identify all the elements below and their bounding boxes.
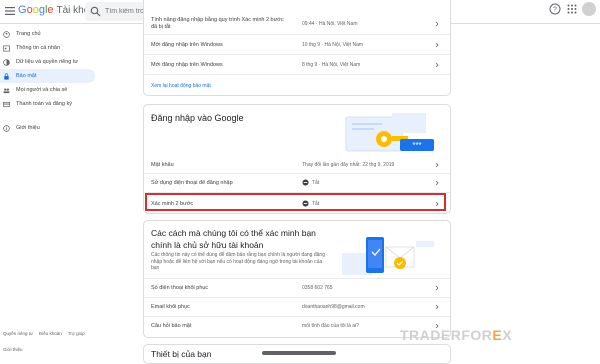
row-value: 0358 602 765: [302, 285, 333, 291]
highlight-box: [145, 193, 446, 211]
footer-link-terms[interactable]: Điều khoản: [39, 331, 62, 336]
chevron-right-icon: [435, 42, 439, 48]
avatar[interactable]: [582, 2, 596, 16]
footer-about-link[interactable]: Giới thiệu: [3, 347, 22, 352]
phone-signin-row[interactable]: Sử dụng điện thoại để đăng nhập Tắt: [144, 175, 450, 191]
sidebar-item-about[interactable]: Giới thiệu: [0, 121, 95, 135]
chevron-right-icon: [435, 285, 439, 291]
card-title: Đăng nhập vào Google: [151, 113, 244, 123]
lock-icon: [4, 72, 9, 80]
svg-text:?: ?: [553, 7, 557, 14]
person-icon: [3, 45, 10, 51]
sidebar-item-label: Giới thiệu: [16, 125, 40, 131]
password-illustration: ***: [345, 113, 434, 152]
watermark-text: FOR: [461, 327, 493, 343]
sidebar-item-privacy[interactable]: Dữ liệu và quyền riêng tư: [0, 55, 95, 69]
watermark-text: X: [502, 327, 513, 343]
verification-methods-card: Các cách mà chúng tôi có thể xác minh bạ…: [143, 220, 451, 338]
chevron-right-icon: [435, 62, 439, 68]
row-label: Email khôi phục: [151, 304, 190, 310]
sidebar-item-label: Dữ liệu và quyền riêng tư: [16, 59, 79, 65]
divider: [144, 34, 450, 35]
footer-links: Quyền riêng tư Điều khoản Trợ giúp: [3, 331, 85, 336]
password-row[interactable]: Mật khẩu Thay đổi lần gần đây nhất: 22 t…: [144, 157, 450, 173]
divider: [144, 54, 450, 55]
row-value: Tắt: [312, 180, 320, 186]
sidebar-item-personal-info[interactable]: Thông tin cá nhân: [0, 41, 95, 55]
sidebar-item-label: Bảo mật: [16, 73, 37, 79]
card-title: Thiết bị của bạn: [151, 349, 212, 359]
row-value: mối tình đầu của tôi là ai?: [302, 323, 359, 329]
sidebar-item-label: Trang chủ: [16, 31, 41, 37]
off-status-icon: [302, 179, 309, 186]
activity-row[interactable]: Mới đăng nhập trên Windows 10 thg 9 · Hà…: [144, 37, 450, 53]
divider: [144, 173, 450, 174]
card-description: Các thông tin này có thể dùng để đảm bảo…: [151, 252, 325, 271]
activity-value: 09:44 · Hà Nội, Việt Nam: [302, 21, 358, 27]
chevron-right-icon: [435, 304, 439, 310]
sidebar-nav: Trang chủ Thông tin cá nhân Dữ liệu và q…: [0, 24, 97, 357]
activity-label: Mới đăng nhập trên Windows: [151, 62, 223, 68]
footer-link-help[interactable]: Trợ giúp: [68, 331, 85, 336]
activity-value: 10 thg 9 · Hà Nội, Việt Nam: [302, 42, 364, 48]
people-icon: [3, 87, 10, 93]
card-title-line: Các cách mà chúng tôi có thể xác minh bạ…: [151, 228, 316, 238]
chevron-right-icon: [435, 162, 439, 168]
chevron-right-icon: [435, 21, 439, 27]
row-value: doanthaoanh98@gmail.com: [302, 304, 365, 310]
row-label: Sử dụng điện thoại để đăng nhập: [151, 180, 233, 186]
search-icon: [90, 6, 101, 17]
activity-row[interactable]: Mới đăng nhập trên Windows 8 thg 9 · Hà …: [144, 57, 450, 73]
logo-letter: e: [47, 4, 54, 16]
privacy-icon: [3, 58, 10, 66]
svg-text:***: ***: [412, 141, 421, 150]
phone-email-illustration: [342, 237, 434, 275]
apps-grid-icon[interactable]: [567, 4, 577, 14]
sidebar-item-label: Thông tin cá nhân: [16, 45, 61, 51]
sidebar-item-label: Thanh toán và đăng ký: [16, 101, 72, 107]
row-value: Thay đổi lần gần đây nhất: 22 thg 9, 201…: [302, 162, 395, 168]
recovery-phone-row[interactable]: Số điện thoại khôi phục 0358 602 765: [144, 279, 450, 297]
security-activity-card: Tính năng đăng nhập bằng quy trình Xác m…: [143, 0, 451, 96]
scroll-indicator: [262, 351, 336, 355]
card-icon: [3, 101, 10, 107]
activity-label: Mới đăng nhập trên Windows: [151, 42, 223, 48]
recovery-email-row[interactable]: Email khôi phục doanthaoanh98@gmail.com: [144, 298, 450, 316]
watermark-text: TRADER: [400, 327, 462, 343]
row-label: Số điện thoại khôi phục: [151, 285, 209, 291]
logo-letter: G: [18, 4, 27, 16]
sidebar-item-payments[interactable]: Thanh toán và đăng ký: [0, 97, 95, 111]
sidebar-item-security[interactable]: Bảo mật: [0, 69, 95, 83]
activity-row[interactable]: Tính năng đăng nhập bằng quy trình Xác m…: [144, 15, 450, 33]
watermark-text: E: [492, 327, 503, 343]
row-label: Câu hỏi bảo mật: [151, 323, 192, 329]
help-icon[interactable]: ?: [549, 3, 561, 15]
review-activity-link[interactable]: Xem lại hoạt động bảo mật: [151, 83, 211, 89]
activity-label: Tính năng đăng nhập bằng quy trình Xác m…: [151, 17, 284, 30]
footer-link-privacy[interactable]: Quyền riêng tư: [3, 331, 33, 336]
divider: [144, 74, 450, 75]
sidebar-item-label: Mọi người và chia sẻ: [16, 87, 68, 93]
home-icon: [3, 30, 10, 38]
card-title-line: chính là chủ sở hữu tài khoản: [151, 240, 264, 250]
sidebar-item-people[interactable]: Mọi người và chia sẻ: [0, 83, 95, 97]
info-icon: [3, 124, 10, 132]
sidebar-item-home[interactable]: Trang chủ: [0, 27, 95, 41]
activity-value: 8 thg 9 · Hà Nội, Việt Nam: [302, 62, 361, 68]
chevron-right-icon: [435, 180, 439, 186]
watermark: TRADERFOREX: [400, 327, 512, 343]
menu-icon[interactable]: [5, 6, 15, 16]
row-label: Mật khẩu: [151, 162, 174, 168]
